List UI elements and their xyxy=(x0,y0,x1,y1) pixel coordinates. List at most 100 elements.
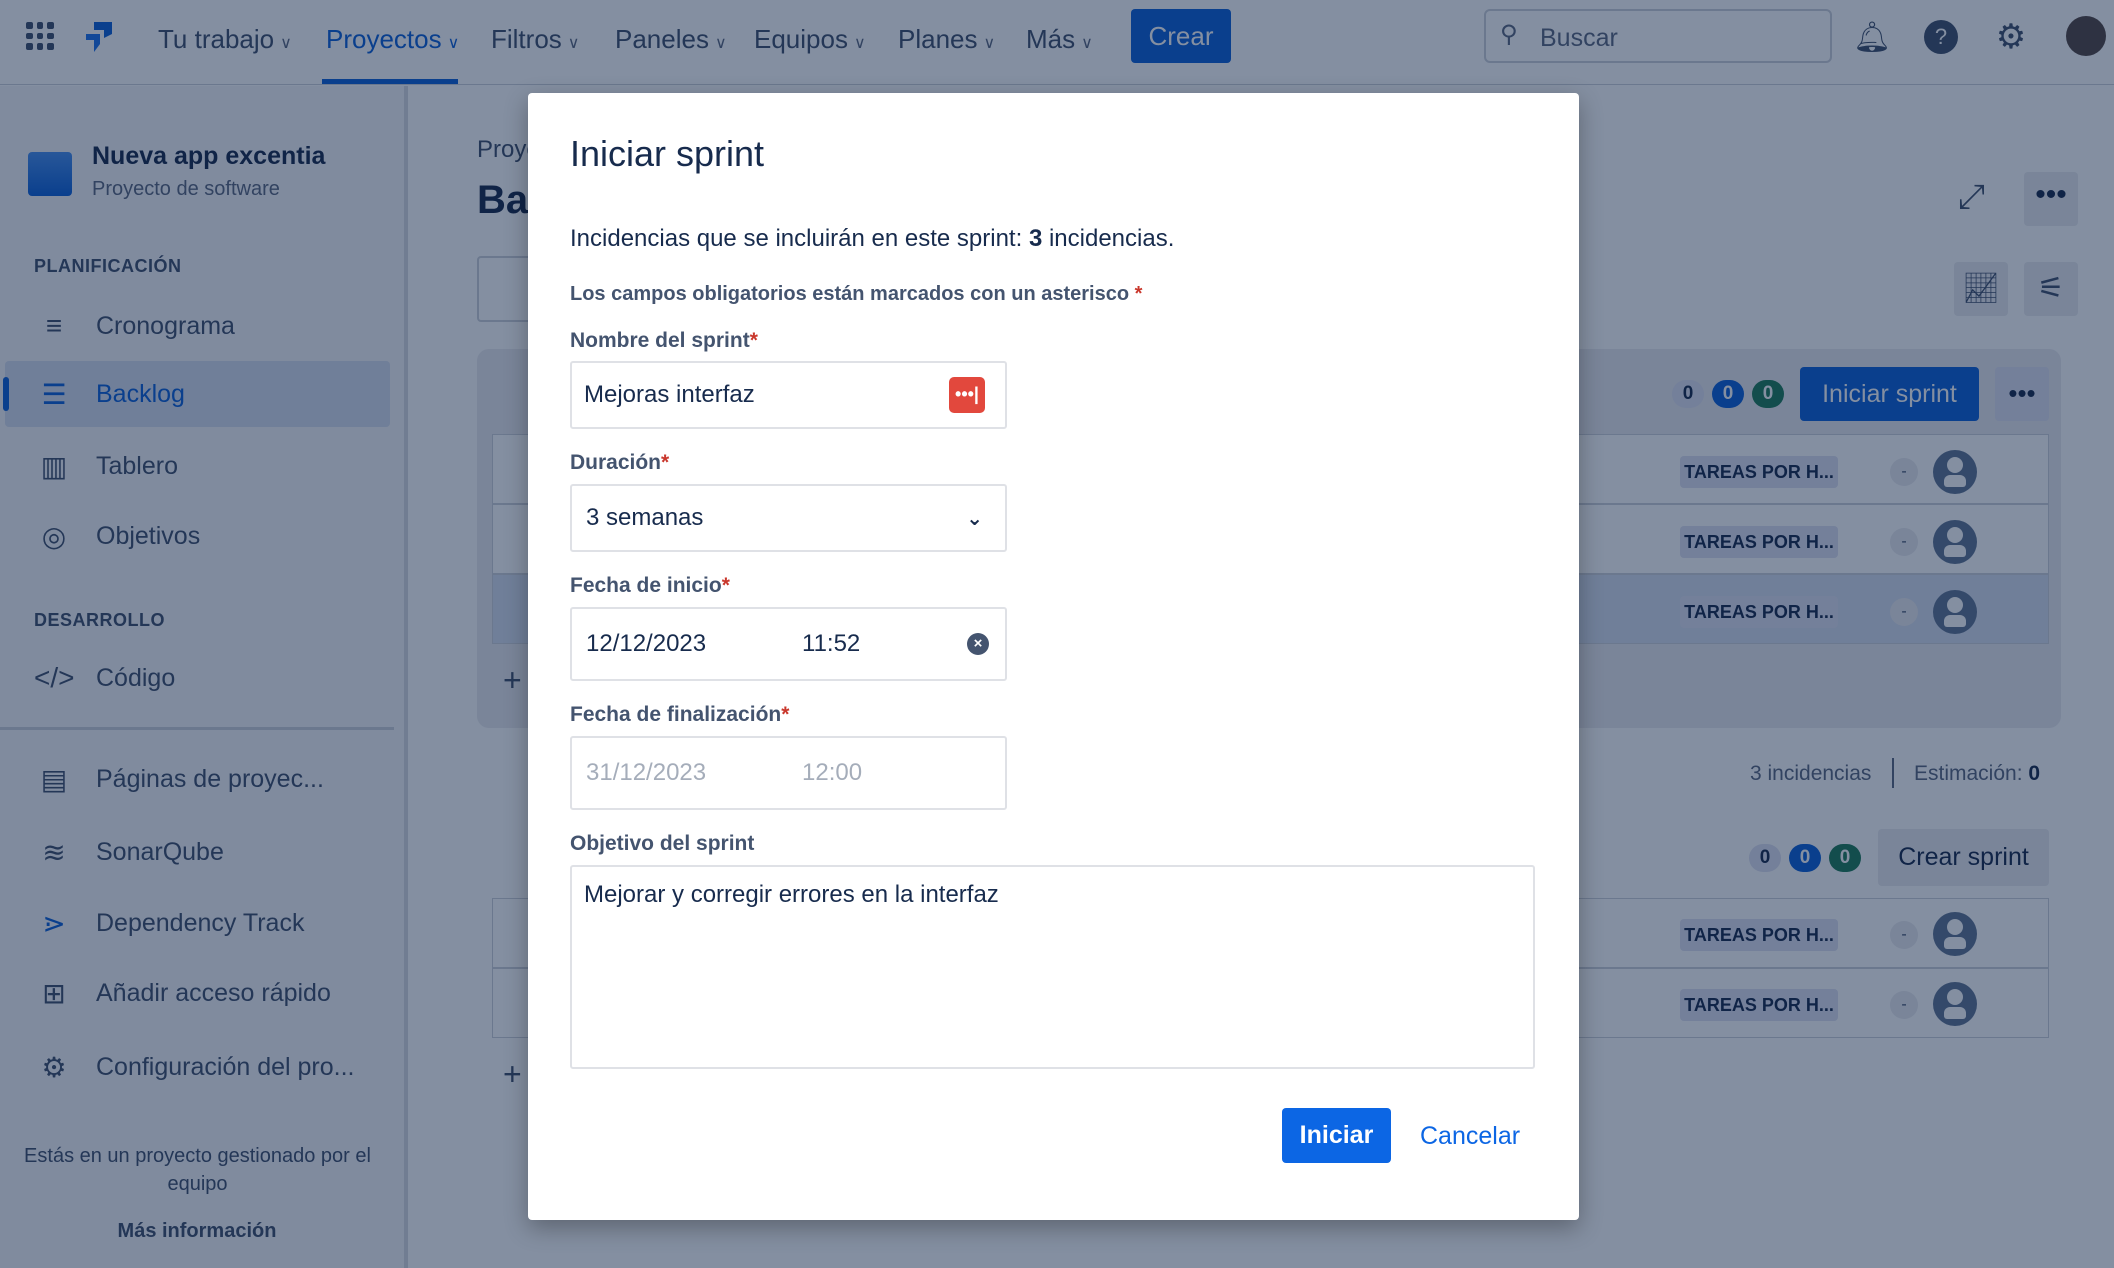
assignee-avatar-icon[interactable] xyxy=(1933,590,1977,634)
nav-label: Planes xyxy=(898,24,978,54)
sidebar-item-sonarqube[interactable]: ≋ SonarQube xyxy=(0,819,390,885)
input-value: Mejoras interfaz xyxy=(584,381,755,408)
help-icon[interactable]: ? xyxy=(1924,20,1958,54)
select-value: 3 semanas xyxy=(586,504,704,531)
sprint-goal-label: Objetivo del sprint xyxy=(570,832,755,855)
estimate[interactable]: - xyxy=(1890,528,1918,556)
label-text: Nombre del sprint xyxy=(570,329,750,352)
nav-mas[interactable]: Más ∨ xyxy=(1026,24,1093,55)
start-date-field: 12/12/2023 11:52 × xyxy=(570,607,1007,681)
estimate[interactable]: - xyxy=(1890,921,1918,949)
sidebar-item-label: Cronograma xyxy=(96,311,235,340)
nav-label: Más xyxy=(1026,24,1076,54)
app-switcher-icon[interactable] xyxy=(26,22,54,50)
nav-paneles[interactable]: Paneles ∨ xyxy=(615,24,727,55)
nav-planes[interactable]: Planes ∨ xyxy=(898,24,995,55)
done-count: 0 xyxy=(1752,380,1784,408)
settings-icon: ⚙ xyxy=(41,1051,67,1083)
chevron-down-icon: ∨ xyxy=(983,35,996,52)
sonarqube-icon: ≋ xyxy=(42,836,66,868)
assignee-avatar-icon[interactable] xyxy=(1933,520,1977,564)
required-asterisk: * xyxy=(661,451,670,474)
create-button[interactable]: Crear xyxy=(1131,9,1231,63)
issue-count: 3 xyxy=(1028,225,1043,252)
epic-tag: TAREAS POR H... xyxy=(1680,526,1838,558)
add-issue-icon[interactable]: + xyxy=(503,1056,522,1093)
in-progress-count: 0 xyxy=(1789,844,1821,872)
more-info-link[interactable]: Más información xyxy=(0,1220,394,1243)
sprint-more-icon[interactable]: ••• xyxy=(1995,367,2049,421)
start-sprint-button[interactable]: Iniciar sprint xyxy=(1800,367,1979,421)
dialog-intro: Incidencias que se incluirán en este spr… xyxy=(570,225,1174,253)
active-indicator xyxy=(3,377,9,411)
sidebar-item-backlog[interactable]: ☰ Backlog xyxy=(3,361,390,427)
epic-tag: TAREAS POR H... xyxy=(1680,989,1838,1021)
textarea-value: Mejorar y corregir errores en la interfa… xyxy=(584,881,999,908)
sidebar-item-configuracion[interactable]: ⚙ Configuración del pro... xyxy=(0,1034,390,1100)
sprint-name-label: Nombre del sprint* xyxy=(570,329,758,353)
sidebar-item-objetivos[interactable]: ◎ Objetivos xyxy=(0,503,390,569)
settings-icon[interactable]: ⚙ xyxy=(1994,18,2028,56)
assignee-avatar-icon[interactable] xyxy=(1933,912,1977,956)
view-settings-icon[interactable]: ⚟ xyxy=(2024,262,2078,316)
nav-label: Equipos xyxy=(754,24,848,54)
done-count: 0 xyxy=(1829,844,1861,872)
epic-tag: TAREAS POR H... xyxy=(1680,596,1838,628)
sidebar: Nueva app excentia Proyecto de software … xyxy=(0,86,408,1268)
sidebar-item-label: Tablero xyxy=(96,451,178,480)
estimate[interactable]: - xyxy=(1890,991,1918,1019)
sidebar-item-label: Objetivos xyxy=(96,521,201,550)
sidebar-item-label: Páginas de proyec... xyxy=(96,764,324,793)
clear-icon[interactable]: × xyxy=(967,633,989,655)
duration-select[interactable]: 3 semanas ⌄ xyxy=(570,484,1007,552)
search-input[interactable]: ⚲ Buscar xyxy=(1484,9,1832,63)
todo-count: 0 xyxy=(1749,844,1781,872)
password-manager-icon[interactable]: •••| xyxy=(949,377,985,413)
nav-proyectos[interactable]: Proyectos ∨ xyxy=(326,24,459,55)
cancel-button[interactable]: Cancelar xyxy=(1420,1122,1520,1151)
project-avatar xyxy=(28,152,72,196)
nav-filtros[interactable]: Filtros ∨ xyxy=(491,24,580,55)
notifications-icon[interactable]: 🔔︎ xyxy=(1853,20,1891,54)
start-button[interactable]: Iniciar xyxy=(1282,1108,1391,1163)
avatar[interactable] xyxy=(2066,16,2106,56)
sidebar-item-label: SonarQube xyxy=(96,837,224,866)
todo-count: 0 xyxy=(1672,380,1704,408)
estimate[interactable]: - xyxy=(1890,598,1918,626)
start-date-input[interactable]: 12/12/2023 xyxy=(586,630,802,658)
sidebar-item-paginas[interactable]: ▤ Páginas de proyec... xyxy=(0,746,390,812)
sidebar-item-codigo[interactable]: </> Código xyxy=(0,645,390,711)
nav-equipos[interactable]: Equipos ∨ xyxy=(754,24,866,55)
start-time-input[interactable]: 11:52 xyxy=(802,630,860,658)
assignee-avatar-icon[interactable] xyxy=(1933,982,1977,1026)
estimate[interactable]: - xyxy=(1890,458,1918,486)
more-options-icon[interactable]: ••• xyxy=(2024,172,2078,226)
nav-tu-trabajo[interactable]: Tu trabajo ∨ xyxy=(158,24,292,55)
sidebar-item-label: Dependency Track xyxy=(96,908,305,937)
required-asterisk: * xyxy=(781,703,790,726)
insights-icon[interactable]: 📈︎ xyxy=(1954,262,2008,316)
label-text: Fecha de finalización xyxy=(570,703,782,726)
sidebar-item-add-shortcut[interactable]: ⊞ Añadir acceso rápido xyxy=(0,960,390,1026)
sidebar-item-cronograma[interactable]: ≡ Cronograma xyxy=(0,293,390,359)
jira-logo-icon[interactable] xyxy=(82,20,114,54)
sidebar-item-dependency-track[interactable]: ⋗ Dependency Track xyxy=(0,890,390,956)
duration-label: Duración* xyxy=(570,451,669,475)
estimate-value: 0 xyxy=(2028,762,2041,785)
assignee-avatar-icon[interactable] xyxy=(1933,450,1977,494)
required-note-text: Los campos obligatorios están marcados c… xyxy=(570,283,1130,305)
sidebar-item-label: Añadir acceso rápido xyxy=(96,978,331,1007)
sidebar-item-tablero[interactable]: ▥ Tablero xyxy=(0,433,390,499)
sprint-goal-textarea[interactable]: Mejorar y corregir errores en la interfa… xyxy=(570,865,1535,1069)
add-issue-icon[interactable]: + xyxy=(503,662,522,699)
end-time-input: 12:00 xyxy=(802,759,863,786)
chevron-down-icon: ∨ xyxy=(853,35,866,52)
expand-icon[interactable]: ⤢ xyxy=(1958,178,1985,217)
create-sprint-button[interactable]: Crear sprint xyxy=(1878,829,2049,886)
search-placeholder: Buscar xyxy=(1540,24,1618,52)
timeline-icon: ≡ xyxy=(45,310,63,341)
sidebar-item-label: Backlog xyxy=(96,379,185,408)
estimate-summary: Estimación: 0 xyxy=(1914,762,2040,786)
sprint-name-input[interactable]: Mejoras interfaz •••| xyxy=(570,361,1007,429)
development-heading: DESARROLLO xyxy=(34,610,165,630)
